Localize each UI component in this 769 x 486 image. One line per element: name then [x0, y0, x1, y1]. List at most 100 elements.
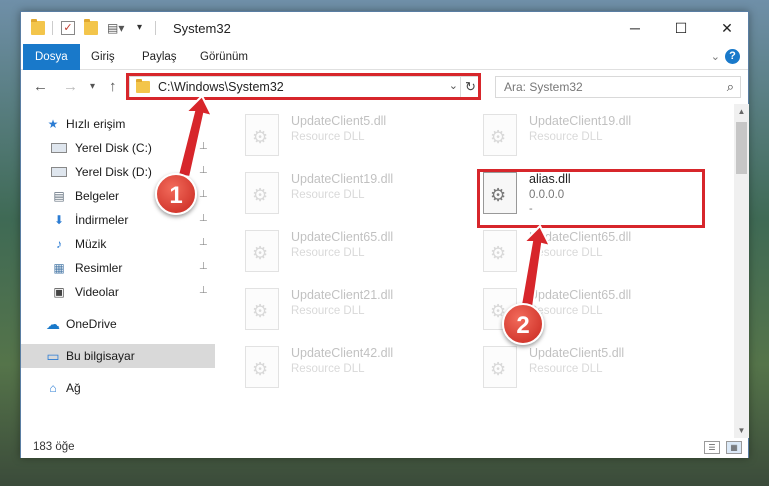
file-name: UpdateClient5.dll — [529, 346, 625, 360]
status-bar: 183 öğe ☰ ▦ — [21, 438, 748, 458]
details-view-icon[interactable]: ☰ — [704, 441, 720, 454]
new-folder-icon[interactable] — [84, 19, 98, 35]
file-item[interactable]: UpdateClient42.dll Resource DLL — [241, 340, 471, 398]
pin-icon[interactable]: ⊥ — [199, 285, 208, 296]
sidebar-item-disk-c[interactable]: Yerel Disk (C:) ⊥ — [21, 136, 215, 160]
search-box[interactable]: ⌕ — [495, 76, 741, 98]
sidebar-item-label: Resimler — [75, 261, 123, 275]
file-name: UpdateClient65.dll — [291, 230, 394, 244]
scroll-up-icon[interactable]: ▲ — [734, 107, 749, 116]
tab-giris[interactable]: Giriş — [79, 44, 127, 70]
file-list: UpdateClient5.dll Resource DLL UpdateCli… — [216, 104, 734, 438]
properties-check-icon[interactable]: ✓ — [61, 21, 75, 35]
file-type: Resource DLL — [291, 247, 365, 259]
pictures-icon: ▦ — [53, 261, 65, 275]
tiles-view-icon[interactable]: ▦ — [726, 441, 742, 454]
sidebar-item-label: OneDrive — [66, 317, 117, 331]
sidebar-item-videos[interactable]: ▣ Videolar ⊥ — [21, 280, 215, 304]
window-title: System32 — [173, 21, 231, 36]
search-icon[interactable]: ⌕ — [727, 79, 734, 95]
divider — [52, 21, 53, 35]
computer-icon: ▭ — [46, 348, 60, 364]
recent-locations-button[interactable]: ▾ — [90, 79, 95, 95]
dll-file-icon — [245, 172, 279, 214]
sidebar-item-this-pc[interactable]: ▭ Bu bilgisayar — [21, 344, 215, 368]
back-button[interactable]: ← — [33, 79, 48, 95]
title-bar: ✓ ▤▾ ▾ System32 ─ ☐ ✕ — [21, 12, 748, 44]
file-item[interactable]: UpdateClient19.dll Resource DLL — [241, 166, 471, 224]
file-type: Resource DLL — [291, 131, 365, 143]
forward-button[interactable]: → — [63, 79, 78, 95]
address-highlight-box — [126, 73, 481, 100]
sidebar-item-label: Videolar — [75, 285, 119, 299]
file-item[interactable]: UpdateClient65.dll Resource DLL — [241, 224, 471, 282]
scroll-down-icon[interactable]: ▼ — [734, 426, 749, 435]
maximize-button[interactable]: ☐ — [658, 12, 704, 44]
file-item[interactable]: UpdateClient5.dll Resource DLL — [479, 340, 709, 398]
file-item[interactable]: UpdateClient21.dll Resource DLL — [241, 282, 471, 340]
file-type: Resource DLL — [529, 363, 603, 375]
dll-file-icon — [245, 288, 279, 330]
sidebar-item-label: Yerel Disk (D:) — [75, 165, 152, 179]
sidebar-item-onedrive[interactable]: ☁ OneDrive — [21, 312, 215, 336]
sidebar-item-music[interactable]: ♪ Müzik ⊥ — [21, 232, 215, 256]
pin-icon[interactable]: ⊥ — [199, 141, 208, 152]
scrollbar-thumb[interactable] — [736, 122, 747, 174]
sidebar-item-network[interactable]: ⌂ Ağ — [21, 376, 215, 400]
pin-icon[interactable]: ⊥ — [199, 189, 208, 200]
network-icon: ⌂ — [49, 381, 57, 395]
dll-file-icon — [245, 346, 279, 388]
pin-icon[interactable]: ⊥ — [199, 261, 208, 272]
pin-icon[interactable]: ⊥ — [199, 237, 208, 248]
customize-icon[interactable]: ▤▾ — [107, 21, 124, 35]
dll-file-icon — [245, 114, 279, 156]
videos-icon: ▣ — [53, 285, 65, 299]
file-name: UpdateClient21.dll — [291, 288, 394, 302]
sidebar-item-label: Hızlı erişim — [66, 117, 126, 131]
file-item[interactable]: UpdateClient5.dll Resource DLL — [241, 108, 471, 166]
file-item[interactable]: UpdateClient19.dll Resource DLL — [479, 108, 709, 166]
documents-icon: ▤ — [53, 189, 65, 203]
navigation-pane: ★ Hızlı erişim Yerel Disk (C:) ⊥ Yerel D… — [21, 108, 215, 438]
downloads-icon: ⬇ — [53, 213, 65, 227]
file-item[interactable]: UpdateClient65.dll Resource DLL — [479, 224, 709, 282]
drive-icon — [51, 143, 67, 153]
file-type: Resource DLL — [291, 305, 365, 317]
sidebar-item-pictures[interactable]: ▦ Resimler ⊥ — [21, 256, 215, 280]
file-name: UpdateClient65.dll — [529, 288, 632, 302]
step-marker-2: 2 — [502, 303, 544, 345]
file-highlight-box — [477, 169, 705, 228]
sidebar-item-quick-access[interactable]: ★ Hızlı erişim — [21, 112, 215, 136]
up-button[interactable]: ↑ — [109, 79, 117, 95]
folder-icon[interactable] — [31, 19, 45, 35]
sidebar-item-label: Müzik — [75, 237, 107, 251]
tab-dosya[interactable]: Dosya — [23, 44, 80, 70]
music-icon: ♪ — [56, 237, 62, 251]
file-type: Resource DLL — [291, 363, 365, 375]
drive-icon — [51, 167, 67, 177]
ribbon-tabs: Dosya Giriş Paylaş Görünüm ⌄ ? — [21, 44, 748, 70]
file-name: UpdateClient19.dll — [529, 114, 632, 128]
help-icon[interactable]: ? — [725, 49, 740, 64]
vertical-scrollbar[interactable]: ▲ ▼ — [734, 104, 749, 438]
search-input[interactable] — [496, 77, 716, 97]
star-icon: ★ — [47, 117, 59, 131]
pin-icon[interactable]: ⊥ — [199, 213, 208, 224]
minimize-button[interactable]: ─ — [612, 12, 658, 44]
divider — [155, 21, 156, 35]
quick-access-dropdown-icon[interactable]: ▾ — [137, 21, 151, 35]
onedrive-icon: ☁ — [46, 316, 60, 332]
item-count: 183 öğe — [33, 441, 75, 453]
pin-icon[interactable]: ⊥ — [199, 165, 208, 176]
close-button[interactable]: ✕ — [704, 12, 750, 44]
file-name: UpdateClient5.dll — [291, 114, 387, 128]
tab-paylas[interactable]: Paylaş — [130, 44, 189, 70]
sidebar-item-label: Bu bilgisayar — [66, 349, 135, 363]
file-name: UpdateClient19.dll — [291, 172, 394, 186]
expand-ribbon-chevron-icon[interactable]: ⌄ — [711, 50, 720, 63]
dll-file-icon — [483, 230, 517, 272]
sidebar-item-label: Belgeler — [75, 189, 120, 203]
tab-gorunum[interactable]: Görünüm — [188, 44, 260, 70]
dll-file-icon — [483, 346, 517, 388]
file-type: Resource DLL — [529, 247, 603, 259]
